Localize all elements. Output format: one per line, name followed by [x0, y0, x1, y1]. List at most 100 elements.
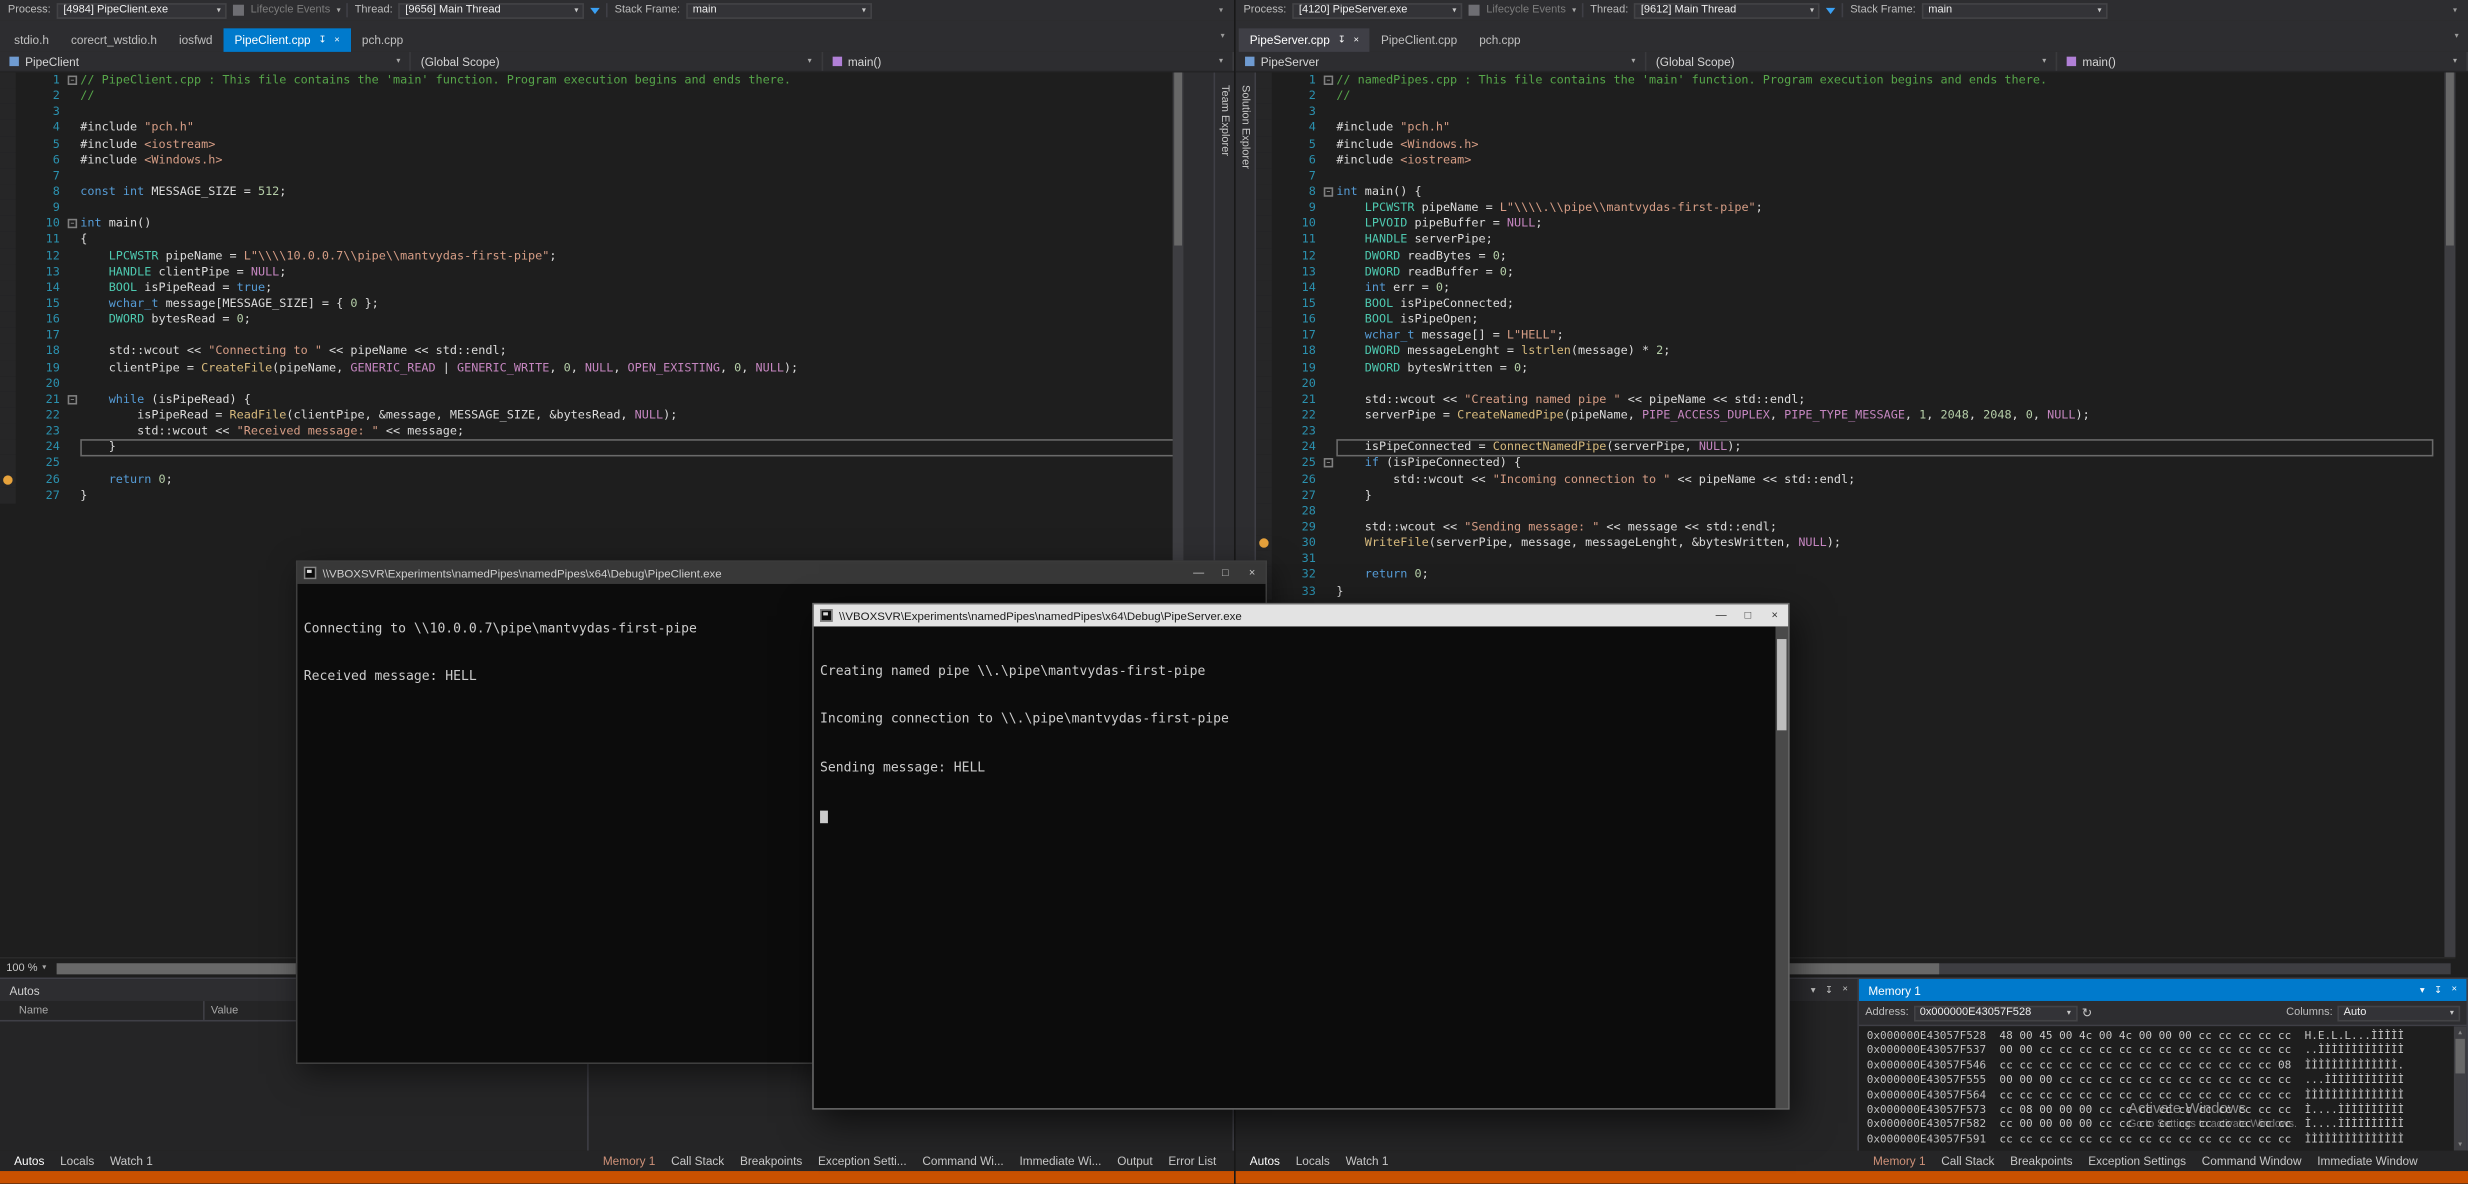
glyph-margin[interactable]: [0, 168, 16, 184]
tool-tab-autos[interactable]: Autos: [1242, 1151, 1288, 1171]
fold-margin[interactable]: [66, 296, 80, 312]
thread-combo[interactable]: [9612] Main Thread▾: [1635, 2, 1821, 18]
scrollbar-thumb[interactable]: [2446, 72, 2454, 245]
glyph-margin[interactable]: [0, 264, 16, 280]
editor-tab-pch-cpp[interactable]: pch.cpp: [1468, 28, 1531, 52]
glyph-margin[interactable]: [1256, 280, 1272, 296]
tool-tab-error-list[interactable]: Error List: [1161, 1151, 1225, 1171]
fold-margin[interactable]: [1322, 519, 1336, 535]
fold-margin[interactable]: [1322, 360, 1336, 376]
glyph-margin[interactable]: [1256, 503, 1272, 519]
scroll-up-icon[interactable]: ▲: [2454, 1026, 2467, 1039]
glyph-margin[interactable]: [1256, 184, 1272, 200]
glyph-margin[interactable]: [1256, 136, 1272, 152]
fold-margin[interactable]: [1322, 200, 1336, 216]
glyph-margin[interactable]: [0, 344, 16, 360]
glyph-margin[interactable]: [1256, 535, 1272, 551]
fold-margin[interactable]: [66, 200, 80, 216]
editor-tab-pch-cpp[interactable]: pch.cpp: [351, 28, 414, 52]
fold-margin[interactable]: [66, 168, 80, 184]
fold-margin[interactable]: [1322, 264, 1336, 280]
fold-margin[interactable]: [1322, 104, 1336, 120]
fold-margin[interactable]: [1322, 296, 1336, 312]
fold-margin[interactable]: −: [66, 392, 80, 408]
glyph-margin[interactable]: [0, 152, 16, 168]
glyph-margin[interactable]: [1256, 248, 1272, 264]
process-combo[interactable]: [4984] PipeClient.exe▾: [57, 2, 227, 18]
fold-collapse-icon[interactable]: −: [68, 76, 77, 85]
glyph-margin[interactable]: [1256, 88, 1272, 104]
columns-combo[interactable]: Auto▾: [2337, 1005, 2460, 1021]
fold-margin[interactable]: [66, 88, 80, 104]
glyph-margin[interactable]: [0, 312, 16, 328]
fold-margin[interactable]: [1322, 424, 1336, 440]
tool-tab-watch-1[interactable]: Watch 1: [1338, 1151, 1397, 1171]
glyph-margin[interactable]: [1256, 424, 1272, 440]
fold-margin[interactable]: [1322, 551, 1336, 567]
fold-margin[interactable]: [1322, 152, 1336, 168]
console-title-bar[interactable]: \\VBOXSVR\Experiments\namedPipes\namedPi…: [297, 562, 1265, 584]
glyph-margin[interactable]: [0, 184, 16, 200]
glyph-margin[interactable]: [0, 424, 16, 440]
tool-tab-memory-1[interactable]: Memory 1: [1865, 1151, 1933, 1171]
glyph-margin[interactable]: [1256, 408, 1272, 424]
glyph-margin[interactable]: [0, 136, 16, 152]
zoom-control[interactable]: 100 %▾: [0, 963, 53, 974]
scrollbar-thumb[interactable]: [2455, 1039, 2464, 1074]
filter-icon[interactable]: [1827, 7, 1836, 13]
window-menu-icon[interactable]: ▾: [1811, 985, 1816, 996]
console-title-bar[interactable]: \\VBOXSVR\Experiments\namedPipes\namedPi…: [814, 604, 1788, 626]
glyph-margin[interactable]: [0, 296, 16, 312]
glyph-margin[interactable]: [0, 120, 16, 136]
maximize-button[interactable]: □: [1212, 562, 1239, 584]
glyph-margin[interactable]: [1256, 455, 1272, 471]
column-name-header[interactable]: Name: [0, 1001, 205, 1020]
glyph-margin[interactable]: [0, 455, 16, 471]
fold-margin[interactable]: −: [1322, 455, 1336, 471]
minimize-button[interactable]: —: [1708, 604, 1735, 626]
glyph-margin[interactable]: [1256, 216, 1272, 232]
fold-margin[interactable]: [1322, 503, 1336, 519]
fold-margin[interactable]: [66, 440, 80, 456]
fold-margin[interactable]: [66, 328, 80, 344]
editor-tab-iosfwd[interactable]: iosfwd: [168, 28, 224, 52]
glyph-margin[interactable]: [1256, 152, 1272, 168]
fold-margin[interactable]: [1322, 535, 1336, 551]
tool-tab-breakpoints[interactable]: Breakpoints: [2002, 1151, 2080, 1171]
pin-icon[interactable]: ↧: [1825, 985, 1833, 996]
fold-margin[interactable]: [1322, 168, 1336, 184]
fold-margin[interactable]: −: [1322, 72, 1336, 88]
scrollbar-thumb[interactable]: [1777, 639, 1786, 730]
fold-margin[interactable]: [66, 360, 80, 376]
breakpoint-icon[interactable]: [1259, 538, 1268, 547]
tool-tab-autos[interactable]: Autos: [6, 1151, 52, 1171]
fold-collapse-icon[interactable]: −: [1324, 459, 1333, 468]
pin-icon[interactable]: ↧: [1338, 35, 1346, 46]
tool-tab-output[interactable]: Output: [1109, 1151, 1160, 1171]
fold-margin[interactable]: [66, 120, 80, 136]
fold-margin[interactable]: [1322, 376, 1336, 392]
glyph-margin[interactable]: [0, 471, 16, 487]
tool-tab-locals[interactable]: Locals: [1288, 1151, 1338, 1171]
fold-collapse-icon[interactable]: −: [68, 395, 77, 404]
fold-margin[interactable]: [1322, 392, 1336, 408]
glyph-margin[interactable]: [1256, 264, 1272, 280]
fold-collapse-icon[interactable]: −: [1324, 187, 1333, 196]
glyph-margin[interactable]: [0, 232, 16, 248]
editor-tab-pipeserver-cpp[interactable]: PipeServer.cpp↧×: [1239, 28, 1370, 52]
maximize-button[interactable]: □: [1735, 604, 1762, 626]
memory-scrollbar[interactable]: ▲▼: [2454, 1026, 2467, 1150]
tool-tab-command-wi[interactable]: Command Wi...: [914, 1151, 1011, 1171]
filter-icon[interactable]: [591, 7, 600, 13]
nav-scope-dropdown[interactable]: (Global Scope)▾: [411, 52, 822, 71]
fold-margin[interactable]: [1322, 232, 1336, 248]
toolbar-overflow-icon[interactable]: ▾: [1219, 6, 1226, 15]
glyph-margin[interactable]: [0, 88, 16, 104]
glyph-margin[interactable]: [1256, 487, 1272, 503]
glyph-margin[interactable]: [1256, 120, 1272, 136]
glyph-margin[interactable]: [0, 360, 16, 376]
glyph-margin[interactable]: [0, 280, 16, 296]
breakpoint-icon[interactable]: [3, 475, 12, 484]
console-scrollbar[interactable]: ▲: [1775, 626, 1788, 1108]
fold-margin[interactable]: [1322, 88, 1336, 104]
